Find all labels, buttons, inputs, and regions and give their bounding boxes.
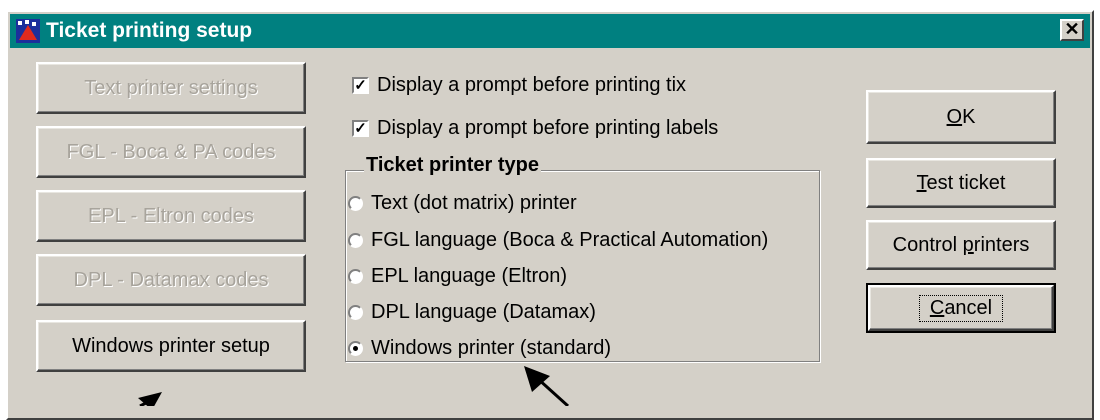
arrow-left-icon [138,392,162,406]
annotation-arrows [138,366,570,406]
arrow-right-icon [524,366,570,406]
